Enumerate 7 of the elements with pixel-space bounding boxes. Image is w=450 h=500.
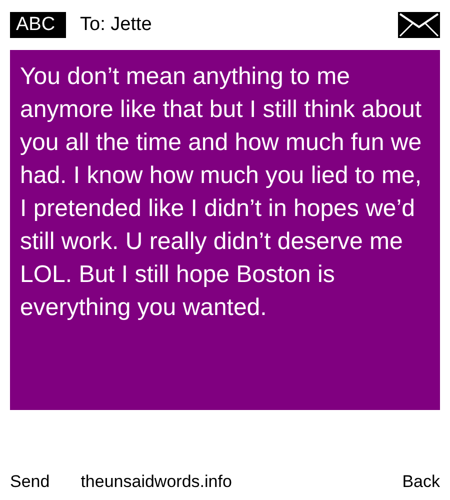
site-url: theunsaidwords.info xyxy=(80,470,232,492)
message-text: You don’t mean anything to me anymore like that but I still think about you all the time and how much fun we had. I know how much you lied to me, I pretended like I didn’t in hopes we’d still work. U really didn’t deserve me LOL. But I still hope Boston is everything you wanted. xyxy=(10,50,440,410)
recipient-label: To: Jette xyxy=(80,12,152,37)
back-button[interactable]: Back xyxy=(402,468,440,494)
input-mode-label: ABC xyxy=(10,12,66,38)
send-button[interactable]: Send xyxy=(10,468,50,494)
envelope-icon xyxy=(398,12,440,38)
